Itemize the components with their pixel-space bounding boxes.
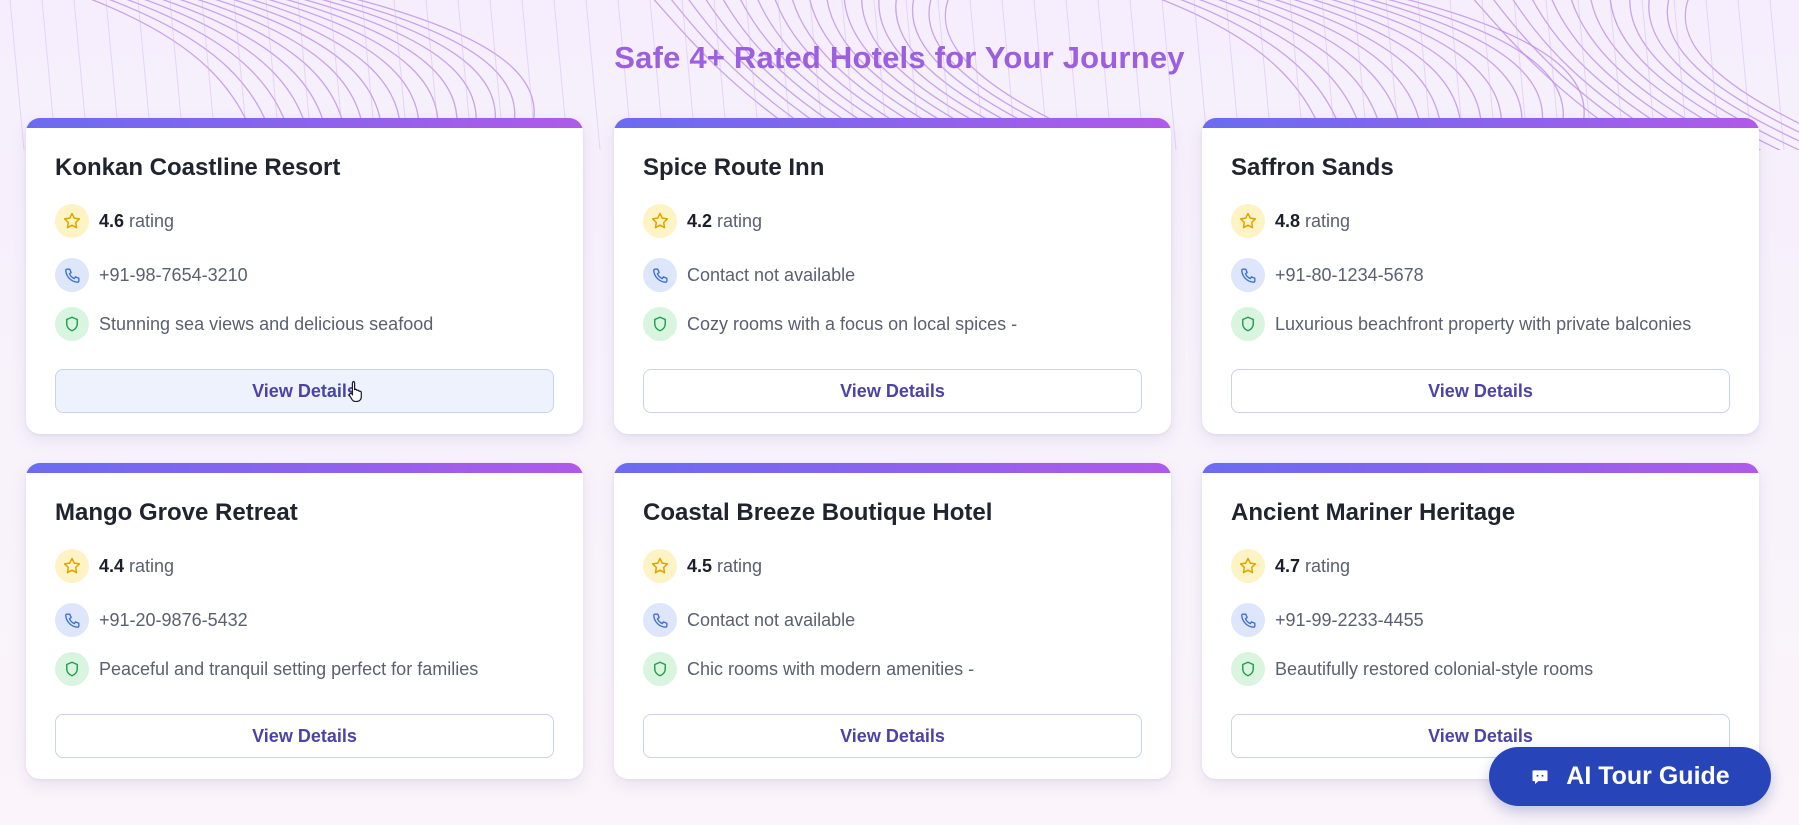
ai-tour-guide-label: AI Tour Guide (1566, 762, 1730, 790)
view-details-button[interactable]: View Details (55, 714, 554, 758)
hotel-card: Mango Grove Retreat 4.4 rating +91-20-98… (26, 463, 583, 779)
phone-icon (1231, 258, 1265, 292)
description-text: Cozy rooms with a focus on local spices … (687, 313, 1018, 334)
phone-icon (643, 603, 677, 637)
description-row: Luxurious beachfront property with priva… (1231, 307, 1691, 341)
rating-label: rating (1305, 210, 1351, 231)
card-accent-bar (26, 118, 583, 128)
description-text: Stunning sea views and delicious seafood (99, 313, 434, 334)
contact-row: Contact not available (643, 258, 855, 292)
rating-label: rating (717, 555, 763, 576)
chat-icon (1530, 767, 1550, 787)
contact-text: +91-98-7654-3210 (99, 264, 248, 285)
view-details-button[interactable]: View Details (643, 369, 1142, 413)
contact-row: +91-99-2233-4455 (1231, 603, 1424, 637)
shield-icon (55, 307, 89, 341)
description-text: Chic rooms with modern amenities - (687, 658, 975, 679)
contact-text: Contact not available (687, 264, 856, 285)
rating-value: 4.7 (1275, 555, 1301, 576)
rating-value: 4.8 (1275, 210, 1301, 231)
contact-row: +91-20-9876-5432 (55, 603, 248, 637)
hotel-card: Coastal Breeze Boutique Hotel 4.5 rating… (614, 463, 1171, 779)
rating-row: 4.4 rating (55, 549, 174, 583)
description-text: Luxurious beachfront property with priva… (1275, 313, 1692, 334)
contact-text: +91-80-1234-5678 (1275, 264, 1424, 285)
shield-icon (643, 652, 677, 686)
rating-label: rating (129, 555, 175, 576)
rating-row: 4.6 rating (55, 204, 174, 238)
rating-label: rating (129, 210, 175, 231)
rating-value: 4.4 (99, 555, 125, 576)
mouse-cursor-icon (348, 380, 362, 402)
rating-value: 4.2 (687, 210, 713, 231)
description-row: Beautifully restored colonial-style room… (1231, 652, 1593, 686)
hotel-name: Coastal Breeze Boutique Hotel (643, 499, 993, 526)
shield-icon (1231, 307, 1265, 341)
rating-row: 4.5 rating (643, 549, 762, 583)
card-accent-bar (614, 463, 1171, 473)
card-accent-bar (1202, 118, 1759, 128)
description-row: Cozy rooms with a focus on local spices … (643, 307, 1017, 341)
hotel-name: Mango Grove Retreat (55, 499, 298, 526)
hotel-card: Konkan Coastline Resort 4.6 rating +91-9… (26, 118, 583, 434)
contact-text: +91-99-2233-4455 (1275, 609, 1424, 630)
view-details-button[interactable]: View Details (1231, 369, 1730, 413)
card-accent-bar (26, 463, 583, 473)
star-icon (643, 204, 677, 238)
description-text: Beautifully restored colonial-style room… (1275, 658, 1594, 679)
description-text: Peaceful and tranquil setting perfect fo… (99, 658, 479, 679)
shield-icon (643, 307, 677, 341)
ai-tour-guide-button[interactable]: AI Tour Guide (1489, 747, 1771, 806)
view-details-button[interactable]: View Details (643, 714, 1142, 758)
page-title: Safe 4+ Rated Hotels for Your Journey (614, 40, 1185, 75)
hotel-card: Saffron Sands 4.8 rating +91-80-1234-567… (1202, 118, 1759, 434)
card-accent-bar (614, 118, 1171, 128)
star-icon (1231, 549, 1265, 583)
hotel-name: Saffron Sands (1231, 154, 1394, 181)
contact-row: Contact not available (643, 603, 855, 637)
hotel-name: Ancient Mariner Heritage (1231, 499, 1516, 526)
card-accent-bar (1202, 463, 1759, 473)
phone-icon (1231, 603, 1265, 637)
contact-text: Contact not available (687, 609, 856, 630)
hotel-card: Spice Route Inn 4.2 rating Contact not a… (614, 118, 1171, 434)
rating-value: 4.6 (99, 210, 125, 231)
description-row: Stunning sea views and delicious seafood (55, 307, 433, 341)
star-icon (643, 549, 677, 583)
contact-row: +91-80-1234-5678 (1231, 258, 1424, 292)
star-icon (1231, 204, 1265, 238)
hotel-name: Spice Route Inn (643, 154, 825, 181)
rating-value: 4.5 (687, 555, 713, 576)
shield-icon (55, 652, 89, 686)
view-details-button[interactable]: View Details (55, 369, 554, 413)
hotel-card: Ancient Mariner Heritage 4.7 rating +91-… (1202, 463, 1759, 779)
star-icon (55, 549, 89, 583)
rating-row: 4.8 rating (1231, 204, 1350, 238)
hotel-grid: Konkan Coastline Resort 4.6 rating +91-9… (26, 118, 1759, 779)
contact-text: +91-20-9876-5432 (99, 609, 248, 630)
phone-icon (643, 258, 677, 292)
phone-icon (55, 603, 89, 637)
star-icon (55, 204, 89, 238)
hotel-name: Konkan Coastline Resort (55, 154, 341, 181)
rating-label: rating (1305, 555, 1351, 576)
description-row: Peaceful and tranquil setting perfect fo… (55, 652, 478, 686)
description-row: Chic rooms with modern amenities - (643, 652, 974, 686)
rating-label: rating (717, 210, 763, 231)
shield-icon (1231, 652, 1265, 686)
rating-row: 4.2 rating (643, 204, 762, 238)
rating-row: 4.7 rating (1231, 549, 1350, 583)
contact-row: +91-98-7654-3210 (55, 258, 248, 292)
phone-icon (55, 258, 89, 292)
